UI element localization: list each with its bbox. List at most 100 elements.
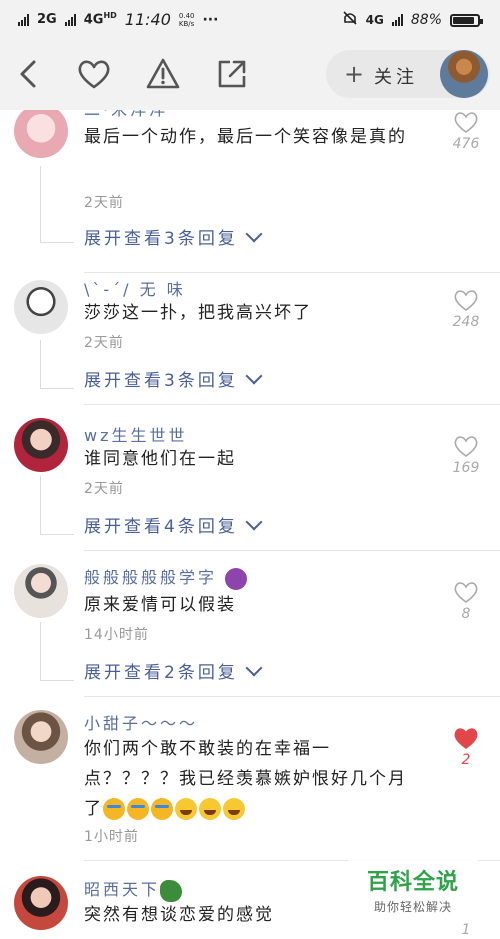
devil-emoji-icon bbox=[225, 567, 248, 590]
comment-time: 2天前 bbox=[84, 481, 124, 497]
avatar[interactable] bbox=[14, 280, 68, 334]
like-count: 476 bbox=[452, 136, 480, 152]
report-icon[interactable] bbox=[145, 56, 181, 92]
comment-time: 2天前 bbox=[84, 335, 124, 351]
avatar[interactable] bbox=[14, 110, 68, 158]
thread-line bbox=[40, 340, 41, 388]
heart-icon bbox=[453, 288, 479, 312]
watermark-logo: 百科全说 助你轻松解决 bbox=[348, 858, 478, 918]
comment-time: 14小时前 bbox=[84, 627, 149, 643]
toolbar: + 关注 bbox=[0, 38, 500, 110]
expand-replies-link[interactable]: 展开查看2条回复 bbox=[84, 658, 263, 683]
divider bbox=[84, 404, 500, 405]
emoji-group bbox=[103, 798, 247, 820]
thread-line bbox=[40, 166, 41, 242]
chevron-down-icon bbox=[245, 513, 263, 530]
like-count: 1 bbox=[461, 922, 471, 938]
comment-text: 莎莎这一扑，把我高兴坏了 bbox=[84, 303, 312, 323]
expand-replies-label: 展开查看3条回复 bbox=[84, 229, 238, 249]
comment-username-text: 昭西天下 bbox=[84, 880, 161, 899]
like-button[interactable]: 476 bbox=[448, 110, 484, 152]
comment-username[interactable]: wz生生世世 bbox=[84, 422, 188, 446]
heart-icon[interactable] bbox=[76, 56, 112, 92]
network-1-label: 2G bbox=[37, 12, 57, 27]
heart-icon bbox=[453, 580, 479, 604]
like-button[interactable]: 169 bbox=[448, 434, 484, 476]
thread-line bbox=[40, 476, 41, 534]
back-icon[interactable] bbox=[10, 56, 46, 92]
thread-connector bbox=[40, 680, 74, 681]
crying-emoji-icon bbox=[151, 798, 173, 820]
plus-icon: + bbox=[344, 60, 365, 88]
network-2-label: 4GHD bbox=[83, 11, 117, 28]
like-count: 169 bbox=[452, 460, 480, 476]
grinning-emoji-icon bbox=[199, 798, 221, 820]
battery-fill bbox=[453, 16, 475, 24]
like-count: 8 bbox=[461, 606, 471, 622]
expand-replies-link[interactable]: 展开查看4条回复 bbox=[84, 512, 263, 537]
dragon-emoji-icon bbox=[160, 879, 183, 902]
expand-replies-label: 展开查看3条回复 bbox=[84, 371, 238, 391]
watermark-title: 百科全说 bbox=[366, 870, 459, 895]
comment-text: 原来爱情可以假装 bbox=[84, 595, 236, 615]
more-notifications: ··· bbox=[202, 11, 219, 28]
like-button[interactable]: 8 bbox=[448, 580, 484, 622]
comment-list: 二·米洋洋 最后一个动作，最后一个笑容像是真的 2天前 476 展开查看3条回复… bbox=[0, 110, 500, 939]
network-right-label: 4G bbox=[365, 13, 384, 27]
crying-emoji-icon bbox=[127, 798, 149, 820]
follow-label: 关注 bbox=[374, 67, 418, 88]
expand-replies-link[interactable]: 展开查看3条回复 bbox=[84, 224, 263, 249]
thread-connector bbox=[40, 388, 74, 389]
thread-connector bbox=[40, 534, 74, 535]
heart-icon bbox=[453, 434, 479, 458]
watermark-subtitle: 助你轻松解决 bbox=[373, 900, 452, 914]
comment-username[interactable]: 昭西天下 bbox=[84, 876, 184, 902]
comment-username[interactable]: 二·米洋洋 bbox=[84, 110, 168, 120]
expand-replies-link[interactable]: 展开查看3条回复 bbox=[84, 366, 263, 391]
comment-username-text: 般般般般般学字 bbox=[84, 568, 218, 587]
comment-time: 2天前 bbox=[84, 195, 124, 211]
grinning-emoji-icon bbox=[223, 798, 245, 820]
author-avatar[interactable] bbox=[440, 50, 488, 98]
share-icon[interactable] bbox=[214, 56, 250, 92]
thread-line bbox=[40, 622, 41, 680]
comment-username[interactable]: 般般般般般学字 bbox=[84, 564, 249, 590]
like-button[interactable]: 2 bbox=[448, 726, 484, 768]
crying-emoji-icon bbox=[103, 798, 125, 820]
battery-percent: 88% bbox=[410, 12, 442, 28]
signal-icon-2 bbox=[64, 13, 76, 26]
expand-replies-label: 展开查看4条回复 bbox=[84, 517, 238, 537]
network-2-sup: HD bbox=[103, 11, 117, 21]
avatar[interactable] bbox=[14, 564, 68, 618]
comment-time: 1小时前 bbox=[84, 829, 139, 845]
divider bbox=[84, 550, 500, 551]
network-speed-unit: KB/s bbox=[178, 19, 195, 28]
like-count: 248 bbox=[452, 314, 480, 330]
heart-filled-icon bbox=[453, 726, 479, 750]
comment-text: 最后一个动作，最后一个笑容像是真的 bbox=[84, 127, 407, 147]
grinning-emoji-icon bbox=[175, 798, 197, 820]
network-speed: 0.40 KB/s bbox=[179, 12, 195, 28]
chevron-down-icon bbox=[245, 659, 263, 676]
chevron-down-icon bbox=[245, 225, 263, 242]
expand-replies-label: 展开查看2条回复 bbox=[84, 663, 238, 683]
clock: 11:40 bbox=[124, 10, 171, 29]
avatar[interactable] bbox=[14, 876, 68, 930]
comment-username[interactable]: 小甜子～～～ bbox=[84, 710, 198, 734]
network-speed-value: 0.40 bbox=[178, 11, 195, 20]
status-bar: 2G 4GHD 11:40 0.40 KB/s ··· 4G 88% bbox=[0, 0, 500, 38]
comment-text: 谁同意他们在一起 bbox=[84, 449, 236, 469]
comment-username[interactable]: \ˋ-´/ 无 味 bbox=[84, 276, 186, 300]
signal-icon bbox=[18, 13, 29, 26]
heart-icon bbox=[453, 110, 479, 134]
divider bbox=[84, 696, 500, 697]
mute-icon bbox=[342, 10, 358, 30]
signal-icon-3 bbox=[391, 14, 403, 26]
avatar[interactable] bbox=[14, 710, 68, 764]
comment-text: 你们两个敢不敢装的在幸福一点？？？？我已经羡慕嫉妒恨好几个月了 bbox=[84, 734, 414, 824]
thread-connector bbox=[40, 242, 74, 243]
divider bbox=[84, 272, 500, 273]
follow-button[interactable]: + 关注 bbox=[326, 50, 490, 98]
like-button[interactable]: 248 bbox=[448, 288, 484, 330]
avatar[interactable] bbox=[14, 418, 68, 472]
